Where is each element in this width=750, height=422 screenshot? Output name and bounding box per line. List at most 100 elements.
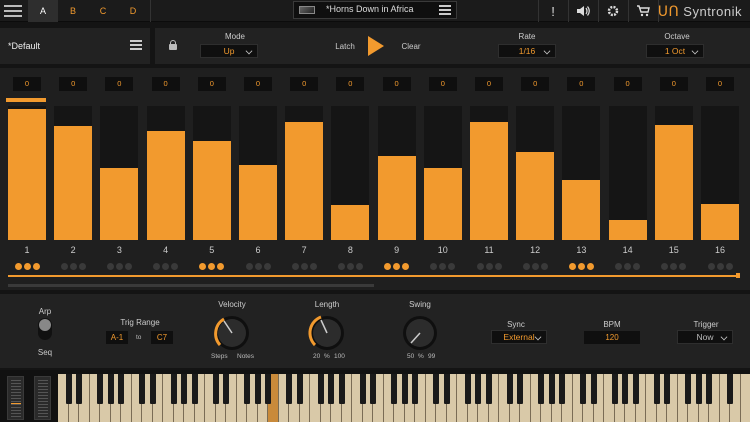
tab-part-b[interactable]: B bbox=[58, 0, 88, 22]
black-key[interactable] bbox=[76, 374, 82, 404]
accent-dot[interactable] bbox=[522, 263, 530, 270]
step-slider[interactable] bbox=[8, 106, 46, 240]
loop-range-bar[interactable] bbox=[8, 275, 740, 277]
accent-dot[interactable] bbox=[725, 263, 733, 270]
black-key[interactable] bbox=[664, 374, 670, 404]
accent-dot[interactable] bbox=[531, 263, 539, 270]
accent-dot[interactable] bbox=[633, 263, 641, 270]
black-key[interactable] bbox=[254, 374, 261, 404]
black-key[interactable] bbox=[149, 374, 156, 404]
swing-knob[interactable] bbox=[400, 313, 440, 353]
accent-dot[interactable] bbox=[69, 263, 77, 270]
step-accent-dots[interactable] bbox=[289, 263, 319, 271]
tab-part-d[interactable]: D bbox=[118, 0, 148, 22]
accent-dot[interactable] bbox=[300, 263, 308, 270]
trig-range-to-field[interactable]: C7 bbox=[151, 331, 173, 344]
accent-dot[interactable] bbox=[106, 263, 114, 270]
accent-dot[interactable] bbox=[254, 263, 262, 270]
sequencer-scrollbar[interactable] bbox=[8, 284, 374, 287]
step-slider[interactable] bbox=[239, 106, 277, 240]
step-value-field[interactable]: 0 bbox=[244, 77, 272, 91]
black-key[interactable] bbox=[685, 374, 691, 404]
black-key[interactable] bbox=[338, 374, 345, 404]
step-accent-dots[interactable] bbox=[428, 263, 458, 271]
step-slider[interactable] bbox=[562, 106, 601, 240]
step-accent-dots[interactable] bbox=[382, 263, 412, 271]
step-accent-dots[interactable] bbox=[151, 263, 181, 271]
step-value-field[interactable]: 0 bbox=[105, 77, 134, 91]
accent-dot[interactable] bbox=[245, 263, 253, 270]
step-accent-dots[interactable] bbox=[58, 263, 88, 271]
black-key[interactable] bbox=[443, 374, 450, 404]
step-slider[interactable] bbox=[331, 106, 370, 240]
rate-dropdown[interactable]: 1/16 bbox=[498, 44, 556, 58]
black-key[interactable] bbox=[580, 374, 586, 404]
play-icon[interactable] bbox=[368, 36, 384, 56]
accent-dot[interactable] bbox=[124, 263, 132, 270]
bpm-field[interactable]: 120 bbox=[584, 331, 640, 344]
cart-icon[interactable] bbox=[628, 0, 658, 22]
main-menu-icon[interactable] bbox=[4, 5, 22, 17]
accent-dot[interactable] bbox=[485, 263, 493, 270]
black-key[interactable] bbox=[107, 374, 114, 404]
tab-part-a[interactable]: A bbox=[28, 0, 58, 22]
step-value-field[interactable]: 0 bbox=[151, 77, 180, 91]
step-slider[interactable] bbox=[54, 106, 93, 240]
mode-dropdown[interactable]: Up bbox=[200, 44, 258, 58]
black-key[interactable] bbox=[65, 374, 72, 404]
black-key[interactable] bbox=[244, 374, 250, 404]
accent-dot[interactable] bbox=[661, 263, 669, 270]
accent-dot[interactable] bbox=[171, 263, 179, 270]
black-key[interactable] bbox=[265, 374, 271, 404]
step-slider[interactable] bbox=[100, 106, 139, 240]
arp-seq-toggle[interactable] bbox=[38, 318, 52, 340]
step-value-field[interactable]: 0 bbox=[567, 77, 596, 91]
black-key[interactable] bbox=[622, 374, 628, 404]
trigger-dropdown[interactable]: Now bbox=[677, 330, 733, 344]
step-accent-dots[interactable] bbox=[243, 263, 273, 271]
sync-dropdown[interactable]: External bbox=[491, 330, 547, 344]
clear-button[interactable]: Clear bbox=[393, 42, 429, 51]
step-value-field[interactable]: 0 bbox=[706, 77, 734, 91]
step-accent-dots[interactable] bbox=[566, 263, 596, 271]
accent-dot[interactable] bbox=[78, 263, 86, 270]
black-key[interactable] bbox=[559, 374, 565, 404]
step-slider[interactable] bbox=[146, 106, 185, 240]
black-key[interactable] bbox=[296, 374, 303, 404]
latch-label[interactable]: Latch bbox=[325, 42, 365, 51]
black-key[interactable] bbox=[391, 374, 397, 404]
black-key[interactable] bbox=[191, 374, 198, 404]
accent-dot[interactable] bbox=[263, 263, 271, 270]
black-key[interactable] bbox=[485, 374, 492, 404]
step-slider[interactable] bbox=[701, 106, 739, 240]
arp-preset-menu-icon[interactable] bbox=[130, 40, 142, 50]
piano-keyboard[interactable] bbox=[58, 374, 750, 422]
black-key[interactable] bbox=[506, 374, 513, 404]
step-slider[interactable] bbox=[470, 106, 508, 240]
preset-list-icon[interactable] bbox=[439, 5, 451, 15]
accent-dot[interactable] bbox=[624, 263, 632, 270]
step-value-field[interactable]: 0 bbox=[197, 77, 226, 91]
step-value-field[interactable]: 0 bbox=[521, 77, 550, 91]
pitch-wheel[interactable] bbox=[7, 376, 24, 420]
accent-dot[interactable] bbox=[153, 263, 161, 270]
step-accent-dots[interactable] bbox=[12, 263, 42, 271]
tab-part-c[interactable]: C bbox=[88, 0, 118, 22]
accent-dot[interactable] bbox=[346, 263, 354, 270]
black-key[interactable] bbox=[370, 374, 376, 404]
accent-dot[interactable] bbox=[217, 263, 225, 270]
step-accent-dots[interactable] bbox=[705, 263, 735, 271]
black-key[interactable] bbox=[170, 374, 177, 404]
speaker-icon[interactable] bbox=[568, 0, 598, 22]
loop-end-handle[interactable] bbox=[736, 273, 740, 278]
accent-dot[interactable] bbox=[32, 263, 40, 270]
black-key[interactable] bbox=[695, 374, 702, 404]
accent-dot[interactable] bbox=[615, 263, 623, 270]
step-value-field[interactable]: 0 bbox=[475, 77, 503, 91]
length-knob[interactable] bbox=[307, 313, 347, 353]
accent-dot[interactable] bbox=[199, 263, 207, 270]
octave-dropdown[interactable]: 1 Oct bbox=[646, 44, 704, 58]
velocity-knob[interactable] bbox=[212, 313, 252, 353]
step-slider[interactable] bbox=[285, 106, 324, 240]
accent-dot[interactable] bbox=[23, 263, 31, 270]
